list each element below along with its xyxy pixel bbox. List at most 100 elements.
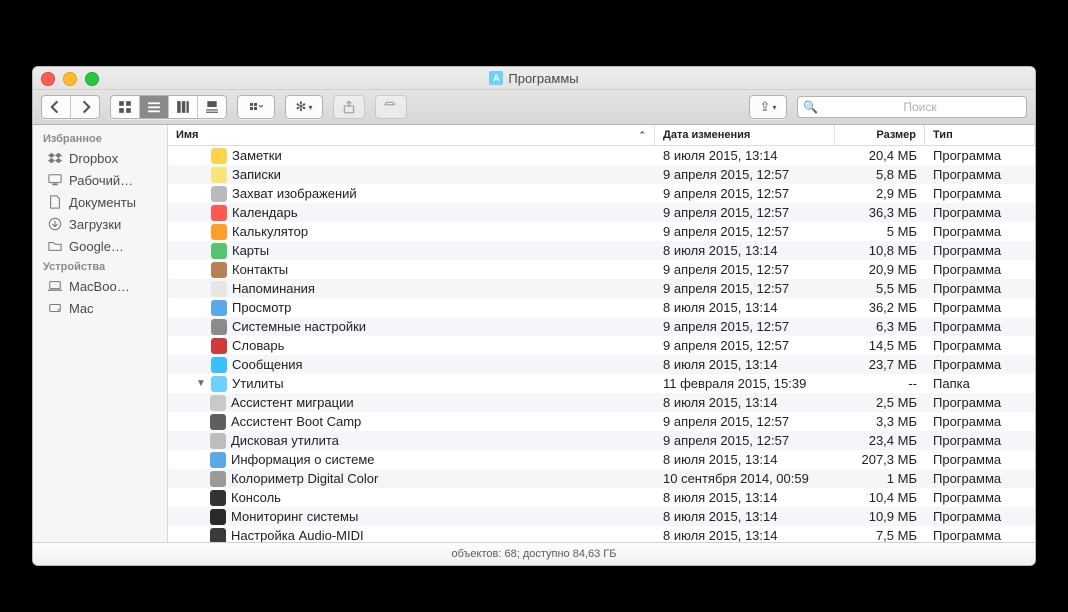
file-list: Имя⌃ Дата изменения Размер Тип Заметки8 … xyxy=(168,125,1035,542)
column-date[interactable]: Дата изменения xyxy=(655,125,835,145)
sidebar-item[interactable]: Документы xyxy=(33,191,167,213)
file-size: 5 МБ xyxy=(835,224,925,239)
folder-icon xyxy=(47,238,63,254)
file-date: 9 апреля 2015, 12:57 xyxy=(655,224,835,239)
app-icon xyxy=(211,376,227,392)
file-date: 8 июля 2015, 13:14 xyxy=(655,452,835,467)
file-kind: Программа xyxy=(925,243,1035,258)
file-row[interactable]: Колориметр Digital Color10 сентября 2014… xyxy=(168,469,1035,488)
file-size: 5,8 МБ xyxy=(835,167,925,182)
file-row[interactable]: Контакты9 апреля 2015, 12:5720,9 МБПрогр… xyxy=(168,260,1035,279)
file-size: 23,7 МБ xyxy=(835,357,925,372)
file-kind: Папка xyxy=(925,376,1035,391)
back-button[interactable] xyxy=(42,96,71,118)
search-input[interactable] xyxy=(797,96,1027,118)
search-icon: 🔍 xyxy=(803,100,818,114)
file-row[interactable]: Словарь9 апреля 2015, 12:5714,5 МБПрогра… xyxy=(168,336,1035,355)
app-icon xyxy=(211,243,227,259)
action-button[interactable]: ✻▾ xyxy=(286,96,322,118)
file-row[interactable]: Консоль8 июля 2015, 13:1410,4 МБПрограмм… xyxy=(168,488,1035,507)
sidebar-section-header: Устройства xyxy=(33,257,167,275)
sidebar-section-header: Избранное xyxy=(33,129,167,147)
titlebar: A Программы xyxy=(33,67,1035,90)
minimize-window-button[interactable] xyxy=(63,72,77,86)
file-name: Системные настройки xyxy=(232,319,366,334)
column-size[interactable]: Размер xyxy=(835,125,925,145)
list-view-button[interactable] xyxy=(140,96,169,118)
folder-icon: A xyxy=(489,71,503,85)
file-date: 8 июля 2015, 13:14 xyxy=(655,243,835,258)
file-row[interactable]: Калькулятор 9 апреля 2015, 12:575 МБПрогр… xyxy=(168,222,1035,241)
tags-button[interactable] xyxy=(375,95,407,119)
file-name: Консоль xyxy=(231,490,281,505)
column-size-label: Размер xyxy=(876,129,916,141)
file-date: 9 апреля 2015, 12:57 xyxy=(655,205,835,220)
file-row[interactable]: Ассистент миграции8 июля 2015, 13:142,5 … xyxy=(168,393,1035,412)
app-icon xyxy=(211,262,227,278)
file-date: 9 апреля 2015, 12:57 xyxy=(655,167,835,182)
forward-button[interactable] xyxy=(71,96,99,118)
arrange-button[interactable] xyxy=(238,96,274,118)
file-name: Дисковая утилита xyxy=(231,433,339,448)
file-row[interactable]: Календарь9 апреля 2015, 12:5736,3 МБПрог… xyxy=(168,203,1035,222)
file-size: 6,3 МБ xyxy=(835,319,925,334)
file-name: Напоминания xyxy=(232,281,315,296)
file-date: 10 сентября 2014, 00:59 xyxy=(655,471,835,486)
search-field-wrap: 🔍 xyxy=(797,96,1027,118)
file-row[interactable]: Сообщения8 июля 2015, 13:1423,7 МБПрогра… xyxy=(168,355,1035,374)
file-date: 8 июля 2015, 13:14 xyxy=(655,300,835,315)
file-row[interactable]: Дисковая утилита9 апреля 2015, 12:5723,4… xyxy=(168,431,1035,450)
file-row[interactable]: ▼Утилиты11 февраля 2015, 15:39--Папка xyxy=(168,374,1035,393)
file-row[interactable]: Мониторинг системы8 июля 2015, 13:1410,9… xyxy=(168,507,1035,526)
app-icon xyxy=(211,338,227,354)
toolbar: ✻▾ ⇪▾ 🔍 xyxy=(33,90,1035,125)
file-date: 11 февраля 2015, 15:39 xyxy=(655,376,835,391)
file-row[interactable]: Информация о системе8 июля 2015, 13:1420… xyxy=(168,450,1035,469)
file-row[interactable]: Ассистент Boot Camp9 апреля 2015, 12:573… xyxy=(168,412,1035,431)
file-row[interactable]: Заметки8 июля 2015, 13:1420,4 МБПрограмм… xyxy=(168,146,1035,165)
file-row[interactable]: Записки9 апреля 2015, 12:575,8 МБПрограм… xyxy=(168,165,1035,184)
file-date: 8 июля 2015, 13:14 xyxy=(655,357,835,372)
file-name: Мониторинг системы xyxy=(231,509,358,524)
file-size: 36,2 МБ xyxy=(835,300,925,315)
column-kind-label: Тип xyxy=(933,129,953,141)
sidebar-item[interactable]: Dropbox xyxy=(33,147,167,169)
file-row[interactable]: Карты8 июля 2015, 13:1410,8 МБПрограмма xyxy=(168,241,1035,260)
sidebar-item[interactable]: Рабочий… xyxy=(33,169,167,191)
sidebar-item[interactable]: Google… xyxy=(33,235,167,257)
file-kind: Программа xyxy=(925,395,1035,410)
file-row[interactable]: Настройка Audio-MIDI8 июля 2015, 13:147,… xyxy=(168,526,1035,542)
file-name: Ассистент миграции xyxy=(231,395,354,410)
file-kind: Программа xyxy=(925,452,1035,467)
close-window-button[interactable] xyxy=(41,72,55,86)
share-button[interactable] xyxy=(333,95,365,119)
file-kind: Программа xyxy=(925,148,1035,163)
file-row[interactable]: Системные настройки9 апреля 2015, 12:576… xyxy=(168,317,1035,336)
file-date: 9 апреля 2015, 12:57 xyxy=(655,433,835,448)
sidebar-item[interactable]: MacBoo… xyxy=(33,275,167,297)
file-name: Калькулятор xyxy=(232,224,308,239)
desktop-icon xyxy=(47,172,63,188)
drive-icon xyxy=(47,300,63,316)
coverflow-view-button[interactable] xyxy=(198,96,226,118)
column-name[interactable]: Имя⌃ xyxy=(168,125,655,145)
file-kind: Программа xyxy=(925,414,1035,429)
zoom-window-button[interactable] xyxy=(85,72,99,86)
sidebar-item[interactable]: Загрузки xyxy=(33,213,167,235)
app-icon xyxy=(210,528,226,543)
sidebar-item[interactable]: Mac xyxy=(33,297,167,319)
file-kind: Программа xyxy=(925,338,1035,353)
column-kind[interactable]: Тип xyxy=(925,125,1035,145)
doc-icon xyxy=(47,194,63,210)
column-view-button[interactable] xyxy=(169,96,198,118)
icon-view-button[interactable] xyxy=(111,96,140,118)
file-kind: Программа xyxy=(925,224,1035,239)
file-kind: Программа xyxy=(925,433,1035,448)
file-row[interactable]: Просмотр8 июля 2015, 13:1436,2 МБПрограм… xyxy=(168,298,1035,317)
file-row[interactable]: Напоминания9 апреля 2015, 12:575,5 МБПро… xyxy=(168,279,1035,298)
file-row[interactable]: Захват изображений9 апреля 2015, 12:572,… xyxy=(168,184,1035,203)
disclosure-triangle-icon[interactable]: ▼ xyxy=(196,378,206,389)
app-icon xyxy=(210,452,226,468)
dropbox-toolbar-button[interactable]: ⇪▾ xyxy=(750,96,786,118)
file-name: Контакты xyxy=(232,262,288,277)
